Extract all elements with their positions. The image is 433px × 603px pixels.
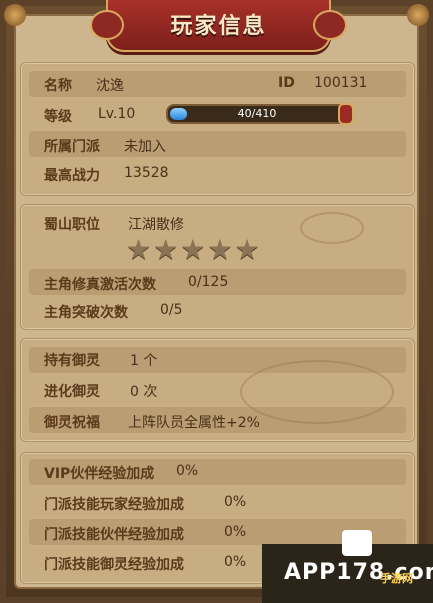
evolve-label: 进化御灵 — [44, 384, 100, 400]
level-label: 等级 — [44, 109, 72, 125]
sect-spirit-label: 门派技能御灵经验加成 — [44, 557, 184, 573]
faction-label: 所属门派 — [44, 139, 100, 155]
bless-value: 上阵队员全属性+2% — [128, 415, 260, 431]
exp-text: 40/410 — [237, 107, 277, 120]
page-title: 玩家信息 — [170, 14, 267, 39]
activate-value: 0/125 — [188, 274, 229, 290]
star-icon: ★ — [207, 233, 233, 266]
sect-partner-label: 门派技能伙伴经验加成 — [44, 527, 184, 543]
watermark-logo-icon — [342, 530, 372, 556]
post-value: 江湖散修 — [128, 217, 184, 233]
sect-player-label: 门派技能玩家经验加成 — [44, 497, 184, 513]
id-label: ID — [278, 75, 295, 91]
corner-ornament-left — [4, 4, 26, 26]
star-icon: ★ — [234, 233, 260, 266]
breakthrough-value: 0/5 — [160, 302, 183, 318]
evolve-value: 0 次 — [130, 384, 158, 400]
rank-stars: ★★★★★ — [126, 236, 262, 264]
hold-value: 1 个 — [130, 353, 158, 369]
sect-spirit-value: 0% — [224, 554, 247, 570]
cloud-ornament — [240, 360, 394, 424]
id-value: 100131 — [314, 75, 368, 91]
corner-ornament-right — [407, 4, 429, 26]
exp-progress-bar: 40/410 — [166, 104, 348, 124]
power-label: 最高战力 — [44, 168, 100, 184]
sect-partner-value: 0% — [224, 524, 247, 540]
faction-value: 未加入 — [124, 139, 166, 155]
watermark: APP178.com 手游网 — [262, 530, 433, 603]
level-value: Lv.10 — [98, 106, 136, 122]
cloud-ornament — [300, 212, 364, 244]
name-value: 沈逸 — [96, 78, 124, 94]
title-banner: 玩家信息 — [90, 0, 347, 52]
star-icon: ★ — [153, 233, 179, 266]
watermark-subtext: 手游网 — [380, 572, 413, 585]
name-label: 名称 — [44, 78, 72, 94]
vip-value: 0% — [176, 463, 199, 479]
bless-label: 御灵祝福 — [44, 415, 100, 431]
exp-bar-cap — [338, 103, 354, 125]
star-icon: ★ — [126, 233, 152, 266]
breakthrough-label: 主角突破次数 — [44, 305, 128, 321]
post-label: 蜀山职位 — [44, 217, 100, 233]
sect-player-value: 0% — [224, 494, 247, 510]
vip-label: VIP伙伴经验加成 — [44, 466, 155, 482]
power-value: 13528 — [124, 165, 169, 181]
star-icon: ★ — [180, 233, 206, 266]
activate-label: 主角修真激活次数 — [44, 277, 156, 293]
hold-label: 持有御灵 — [44, 353, 100, 369]
